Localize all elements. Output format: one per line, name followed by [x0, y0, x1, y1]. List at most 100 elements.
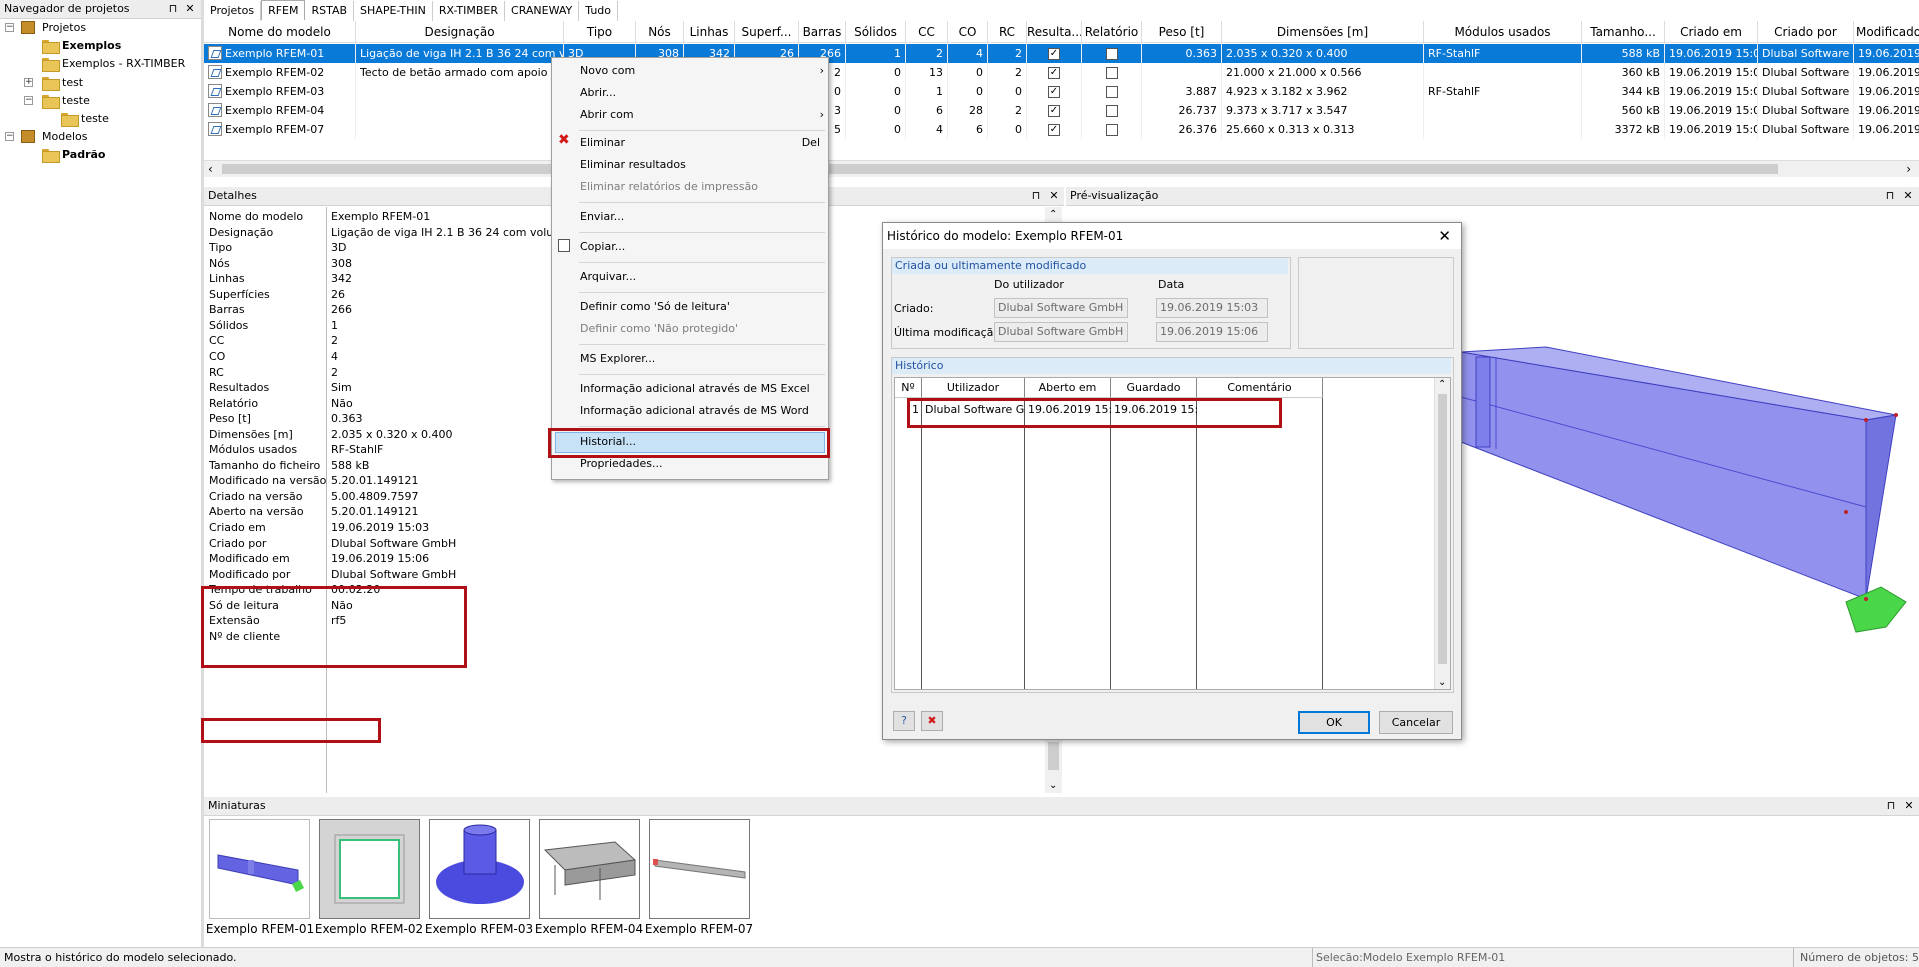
table-cell[interactable]: 21.000 x 21.000 x 0.566	[1222, 63, 1424, 82]
table-cell[interactable]	[1142, 63, 1222, 82]
table-cell[interactable]: 0	[846, 120, 906, 139]
table-cell[interactable]	[356, 82, 564, 101]
table-cell[interactable]: 0	[846, 101, 906, 120]
table-cell[interactable]: 0	[846, 82, 906, 101]
scroll-thumb[interactable]	[222, 164, 1778, 174]
close-icon[interactable]: ✕	[183, 1, 197, 17]
column-header[interactable]: Módulos usados	[1424, 21, 1582, 43]
table-cell[interactable]	[356, 120, 564, 139]
scroll-up-icon[interactable]: ⌃	[1049, 209, 1057, 220]
table-cell[interactable]: 0	[948, 63, 988, 82]
table-cell[interactable]	[1082, 120, 1142, 139]
checkbox[interactable]: ✓	[1048, 124, 1060, 136]
table-cell[interactable]: Dlubal Software	[1758, 82, 1854, 101]
table-cell[interactable]: 2	[988, 63, 1027, 82]
close-icon[interactable]: ✕	[1047, 188, 1061, 204]
thumbnail-rfem-07[interactable]	[649, 819, 750, 919]
column-header[interactable]: Criado por	[1758, 21, 1854, 43]
column-header[interactable]: Designação	[356, 21, 564, 43]
menu-item-ms-word[interactable]: Informação adicional através de MS Word	[580, 400, 824, 422]
checkbox[interactable]: ✓	[1048, 48, 1060, 60]
table-cell[interactable]	[1424, 63, 1582, 82]
table-cell[interactable]: 0	[948, 82, 988, 101]
thumbnail-rfem-04[interactable]	[539, 819, 640, 919]
table-cell[interactable]: Dlubal Software	[1758, 101, 1854, 120]
menu-item-abrir[interactable]: Abrir...	[580, 82, 824, 104]
close-icon[interactable]: ✕	[1438, 223, 1451, 249]
column-header[interactable]: Nome do modelo	[204, 21, 356, 43]
table-cell[interactable]: 19.06.2019 15:03	[1665, 63, 1758, 82]
table-cell[interactable]: 1	[906, 82, 948, 101]
delete-button[interactable]: ✖	[921, 711, 943, 731]
table-cell[interactable]: 9.373 x 3.717 x 3.547	[1222, 101, 1424, 120]
menu-item-eliminar-resultados[interactable]: Eliminar resultados	[580, 154, 824, 176]
table-cell[interactable]: 19.06.2019 15:03	[1665, 120, 1758, 139]
table-cell[interactable]: 0	[988, 82, 1027, 101]
table-cell[interactable]: Exemplo RFEM-07	[204, 120, 356, 139]
table-cell[interactable]: 13	[906, 63, 948, 82]
table-cell[interactable]: 3372 kB	[1582, 120, 1665, 139]
thumbnail-rfem-01[interactable]	[209, 819, 310, 919]
expand-icon[interactable]: +	[24, 78, 33, 87]
table-cell[interactable]: 588 kB	[1582, 44, 1665, 63]
table-cell[interactable]: ✓	[1027, 120, 1082, 139]
thumbnail-rfem-03[interactable]	[429, 819, 530, 919]
table-cell[interactable]: Dlubal Software	[1758, 44, 1854, 63]
table-cell[interactable]: 26.376	[1142, 120, 1222, 139]
scroll-thumb[interactable]	[1048, 742, 1059, 770]
checkbox[interactable]	[1105, 105, 1118, 117]
column-header[interactable]: Criado em	[1665, 21, 1758, 43]
table-cell[interactable]: 4	[906, 120, 948, 139]
history-column-header[interactable]: Nº	[895, 378, 922, 398]
table-cell[interactable]: 2	[906, 44, 948, 63]
table-cell[interactable]	[1082, 82, 1142, 101]
table-cell[interactable]: RF-StahlF	[1424, 44, 1582, 63]
table-cell[interactable]: Ligação de viga IH 2.1 B 36 24 com v	[356, 44, 564, 63]
table-cell[interactable]: Dlubal Software	[1758, 120, 1854, 139]
table-cell[interactable]: 28	[948, 101, 988, 120]
pin-icon[interactable]: ⊓	[1883, 188, 1897, 204]
ok-button[interactable]: OK	[1298, 711, 1370, 734]
column-header[interactable]: RC	[988, 21, 1027, 43]
table-cell[interactable]: 25.660 x 0.313 x 0.313	[1222, 120, 1424, 139]
thumbnail-rfem-02[interactable]	[319, 819, 420, 919]
table-cell[interactable]: 19.06.2019 15:04	[1854, 101, 1919, 120]
table-cell[interactable]	[1082, 63, 1142, 82]
column-header[interactable]: Resulta...	[1027, 21, 1082, 43]
column-header[interactable]: Modificado em	[1854, 21, 1919, 43]
table-cell[interactable]: ✓	[1027, 63, 1082, 82]
close-icon[interactable]: ✕	[1902, 798, 1916, 814]
history-cell[interactable]: 19.06.2019 15:06	[1111, 400, 1197, 419]
table-cell[interactable]: 4.923 x 3.182 x 3.962	[1222, 82, 1424, 101]
column-header[interactable]: Nós	[636, 21, 684, 43]
scroll-down-icon[interactable]: ⌄	[1049, 780, 1057, 791]
checkbox[interactable]: ✓	[1048, 67, 1060, 79]
menu-item-propriedades[interactable]: Propriedades...	[580, 453, 824, 475]
table-cell[interactable]	[1082, 101, 1142, 120]
table-cell[interactable]: 2	[988, 44, 1027, 63]
menu-item-eliminar-relatorios[interactable]: Eliminar relatórios de impressão	[580, 176, 824, 198]
table-cell[interactable]: 0	[846, 63, 906, 82]
table-cell[interactable]	[1424, 101, 1582, 120]
scroll-down-icon[interactable]: ⌄	[1438, 677, 1446, 688]
checkbox[interactable]	[1105, 67, 1118, 79]
tab-rstab[interactable]: RSTAB	[305, 1, 355, 21]
table-cell[interactable]: 6	[906, 101, 948, 120]
table-cell[interactable]: 19.06.2019 15:03	[1665, 44, 1758, 63]
table-cell[interactable]: 4	[948, 44, 988, 63]
pin-icon[interactable]: ⊓	[1884, 798, 1898, 814]
menu-item-arquivar[interactable]: Arquivar...	[580, 266, 824, 288]
history-scrollbar[interactable]: ⌃ ⌄	[1434, 378, 1450, 689]
column-header[interactable]: Peso [t]	[1142, 21, 1222, 43]
menu-item-so-leitura[interactable]: Definir como 'Só de leitura'	[580, 296, 824, 318]
horizontal-scrollbar[interactable]: ‹ ›	[204, 160, 1919, 177]
table-cell[interactable]: Exemplo RFEM-03	[204, 82, 356, 101]
help-button[interactable]: ?	[893, 711, 915, 731]
history-column-header[interactable]: Utilizador	[922, 378, 1025, 398]
table-cell[interactable]: 6	[948, 120, 988, 139]
dialog-titlebar[interactable]: Histórico do modelo: Exemplo RFEM-01 ✕	[883, 223, 1461, 249]
table-cell[interactable]: 344 kB	[1582, 82, 1665, 101]
menu-item-enviar[interactable]: Enviar...	[580, 206, 824, 228]
menu-item-historial[interactable]: Historial...	[580, 431, 824, 453]
table-cell[interactable]: Exemplo RFEM-02	[204, 63, 356, 82]
